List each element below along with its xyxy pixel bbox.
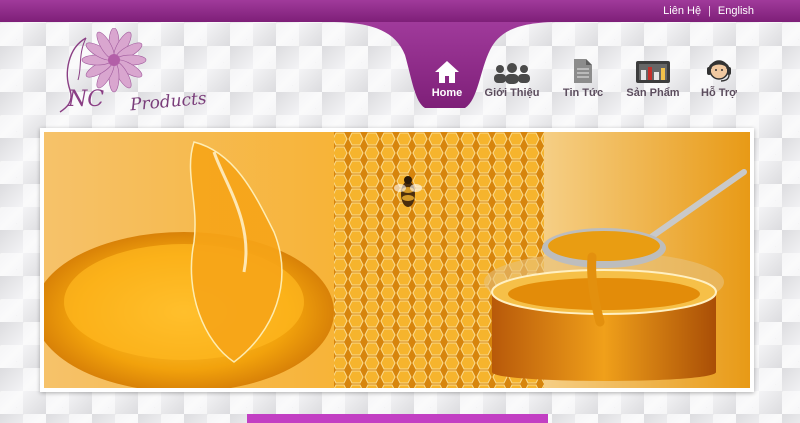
nav-products[interactable]: Sản Phẩm — [620, 58, 686, 100]
link-separator: | — [708, 5, 711, 17]
nav-products-label: Sản Phẩm — [626, 87, 680, 99]
main-nav: Home Giới Thiệu Tin Tức Sản Phẩm Hỗ Trợ — [414, 58, 774, 100]
home-icon — [435, 61, 459, 83]
nav-news[interactable]: Tin Tức — [550, 58, 616, 100]
top-bar: Liên Hệ | English — [0, 0, 800, 22]
nav-support-label: Hỗ Trợ — [701, 87, 737, 99]
logo-initials: NC — [67, 87, 104, 112]
support-icon — [707, 60, 731, 82]
nav-about[interactable]: Giới Thiệu — [479, 58, 545, 100]
people-icon — [494, 63, 530, 84]
hero-banner — [40, 128, 754, 392]
document-icon — [574, 59, 592, 83]
nav-about-label: Giới Thiệu — [484, 87, 540, 99]
contact-link[interactable]: Liên Hệ — [663, 5, 701, 17]
content-accent-bar — [247, 414, 548, 423]
nav-home[interactable]: Home — [414, 58, 480, 100]
nav-support[interactable]: Hỗ Trợ — [686, 58, 752, 100]
logo[interactable]: NC Products — [56, 27, 216, 120]
english-link[interactable]: English — [718, 5, 754, 17]
nav-home-label: Home — [431, 87, 463, 99]
products-icon — [636, 61, 670, 83]
top-links: Liên Hệ | English — [663, 4, 754, 18]
nav-news-label: Tin Tức — [562, 87, 604, 99]
honey-banner-image — [44, 132, 750, 388]
